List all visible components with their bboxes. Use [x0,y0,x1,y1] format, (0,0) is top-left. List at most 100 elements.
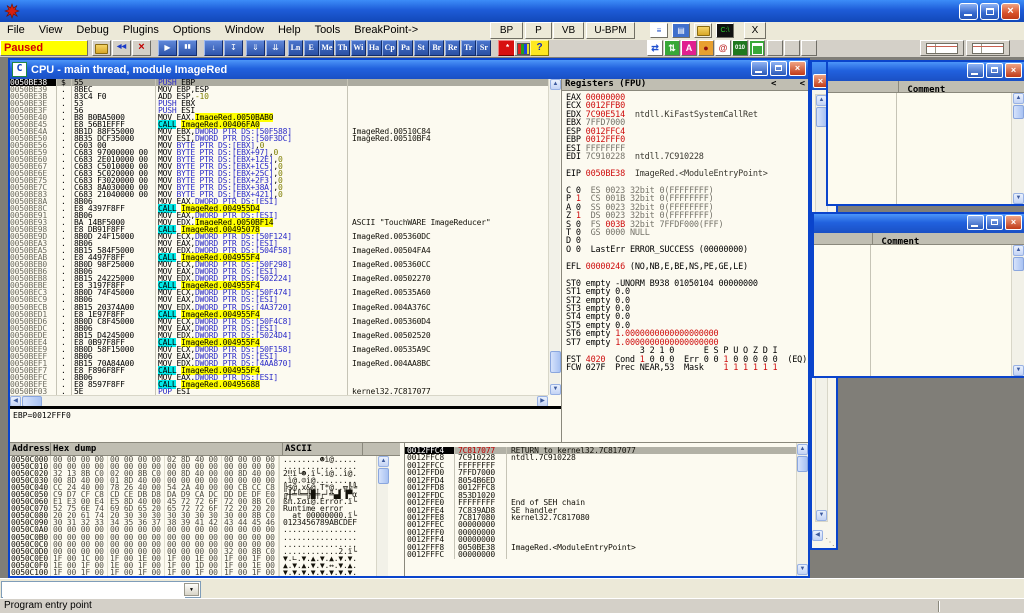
disasm-hscrollbar[interactable]: ◀ ▶ [10,395,548,406]
menu-item-tools[interactable]: Tools [308,22,348,40]
analyze-plugin-icon[interactable]: A [681,40,697,56]
comment1-body[interactable] [828,93,1011,204]
window-plugin-icon[interactable] [749,40,765,56]
disasm-vscroll-thumb[interactable] [550,351,561,373]
trace-into-button[interactable]: ⇓ [246,40,265,56]
comment1-titlebar[interactable]: × [828,62,1024,81]
restore-button[interactable] [980,3,999,20]
menu-item-options[interactable]: Options [166,22,218,40]
ubpm-button[interactable]: U-BPM [586,22,635,39]
dump-pane[interactable]: Address Hex dump ASCII 0050C00000 00 00 … [10,443,400,576]
window-shortcut-button-tr[interactable]: Tr [461,40,476,56]
disassembly-pane[interactable]: 0050BE38$55PUSH EBP0050BE39.8BECMOV EBP,… [10,79,548,395]
vb-button[interactable]: VB [553,22,584,39]
registers-nav-right[interactable]: < [800,79,805,90]
menu-item-debug[interactable]: Debug [69,22,115,40]
register-line[interactable]: FCW 027F Prec NEAR,53 Mask 1 1 1 1 1 1 [566,364,808,372]
dump-header-address[interactable]: Address [10,443,51,455]
disasm-row[interactable]: 0050BE3B.83C4 F0ADD ESP,-10 [10,93,548,100]
spiral-plugin-icon[interactable]: @ [715,40,731,56]
comment2-titlebar[interactable]: × [814,214,1024,233]
binary-plugin-icon[interactable]: 010 [732,40,748,56]
cpu-titlebar[interactable]: C CPU - main thread, module ImageRed × [10,60,808,79]
sync-plugin-icon[interactable]: ⇄ [647,40,663,56]
close-button[interactable]: × [1001,3,1020,20]
dump-row[interactable]: 0050C1001F 00 1F 001F 00 1F 001F 00 1F 0… [10,569,400,576]
cpu-close-button[interactable]: × [789,61,806,76]
command-combobox[interactable]: ▼ [1,581,201,598]
register-line[interactable]: O 0 LastErr ERROR_SUCCESS (00000000) [566,246,808,254]
window-shortcut-button-br[interactable]: Br [429,40,444,56]
folder-icon[interactable] [694,23,712,38]
comment2-col1-header[interactable] [817,233,873,244]
info-pane[interactable]: EBP=0012FFF0 [10,409,561,442]
trace-over-button[interactable]: ⇊ [266,40,285,56]
background-hscroll-left[interactable]: ◀ [812,530,823,541]
minimize-button[interactable] [959,3,978,20]
window-shortcut-button-ha[interactable]: Ha [367,40,382,56]
window-shortcut-button-ln[interactable]: Ln [288,40,303,56]
window-shortcut-button-cp[interactable]: Cp [382,40,397,56]
open-file-button[interactable] [92,40,111,56]
bp-button[interactable]: BP [490,22,523,39]
stack-vscroll-thumb[interactable] [797,456,808,472]
comment1-scrollbar[interactable]: ▲ ▼ [1011,93,1024,204]
dump-vscroll-thumb[interactable] [378,468,389,484]
combo-dropdown-button[interactable]: ▼ [184,583,199,596]
comment1-close-button[interactable]: × [1005,63,1022,78]
bookmark-plugin-icon[interactable]: ⇅ [664,40,680,56]
disasm-vscrollbar[interactable]: ▲ ▼ [548,79,560,395]
dump-header-ascii[interactable]: ASCII [283,443,363,455]
window-shortcut-button-th[interactable]: Th [335,40,350,56]
window-shortcut-button-sr[interactable]: Sr [476,40,491,56]
restart-button-toolbar[interactable]: ◀◀ [112,40,131,56]
help-button[interactable]: ? [530,40,549,56]
run-button[interactable]: ▶ [158,40,177,56]
cpu-restore-button[interactable] [770,61,787,76]
register-line[interactable]: T 0 GS 0000 NULL [566,229,808,237]
command-input[interactable] [3,583,185,598]
comment2-close-button[interactable]: × [1005,215,1022,230]
main-titlebar[interactable]: × [0,0,1024,23]
console-icon[interactable]: C:\ [716,23,734,38]
comment2-body[interactable] [814,245,1011,376]
menu-item-window[interactable]: Window [218,22,271,40]
pause-button[interactable]: ▮▮ [178,40,197,56]
record-plugin-icon[interactable]: ● [698,40,714,56]
stack-pane[interactable]: 0012FFC47C817077RETURN to kernel32.7C817… [404,443,808,576]
register-line[interactable]: EDI 7C910228 ntdll.7C910228 [566,153,808,161]
menu-item-plugins[interactable]: Plugins [116,22,166,40]
cpu-minimize-button[interactable] [751,61,768,76]
notes-icon[interactable]: ≡ [650,23,668,38]
close-program-button[interactable]: × [132,40,151,56]
comment2-scrollbar[interactable]: ▲ ▼ [1011,245,1024,376]
window-shortcut-button-re[interactable]: Re [445,40,460,56]
book-icon[interactable]: ▤ [672,23,690,38]
dump-header-hex[interactable]: Hex dump [51,443,283,455]
menu-item-help[interactable]: Help [271,22,308,40]
registers-nav-left[interactable]: < [771,79,776,90]
disasm-row[interactable]: 0050BE3E.53PUSH EBX [10,100,548,107]
comment2-minimize-button[interactable] [967,215,984,230]
disasm-row[interactable]: 0050BEFE.E8 8597F8FFCALL ImageRed.004956… [10,381,548,388]
registers-pane[interactable]: Registers (FPU) < < EAX 00000000ECX 0012… [561,79,808,442]
panel-layout-button-1[interactable] [920,40,964,56]
stack-vscrollbar[interactable]: ▲ ▼ [796,443,808,576]
comment1-restore-button[interactable] [986,63,1003,78]
stack-row[interactable]: 0012FFFC00000000 [405,551,808,558]
p-button[interactable]: P [525,22,552,39]
window-shortcut-button-wi[interactable]: Wi [351,40,366,56]
window-shortcut-button-st[interactable]: St [414,40,429,56]
menu-item-file[interactable]: File [0,22,32,40]
step-over-button[interactable]: ↧ [224,40,243,56]
comment1-minimize-button[interactable] [967,63,984,78]
resize-grip[interactable]: ⋱ [825,537,835,548]
disasm-row[interactable]: 0050BF03.5EPOP ESIkernel32.7C817077 [10,388,548,395]
comment1-col1-header[interactable] [831,81,899,92]
register-line[interactable]: EIP 0050BE38 ImageRed.<ModuleEntryPoint> [566,170,808,178]
menu-item-view[interactable]: View [32,22,70,40]
comment2-restore-button[interactable] [986,215,1003,230]
window-shortcut-button-pa[interactable]: Pa [398,40,413,56]
window-shortcut-button-me[interactable]: Me [319,40,334,56]
dump-vscrollbar[interactable]: ▲ [376,456,388,576]
